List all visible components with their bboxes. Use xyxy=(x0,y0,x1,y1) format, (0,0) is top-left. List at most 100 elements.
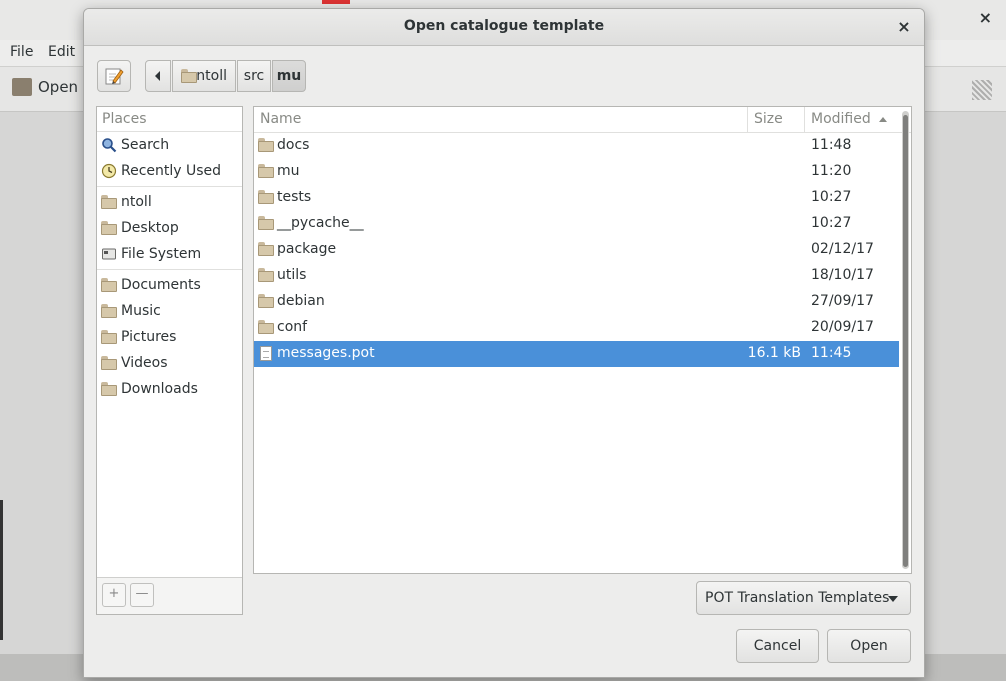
background-close-icon[interactable]: × xyxy=(979,8,992,27)
file-name: utils xyxy=(277,267,307,283)
edit-pencil-icon xyxy=(105,68,124,85)
place-music[interactable]: Music xyxy=(97,298,242,324)
menu-edit[interactable]: Edit xyxy=(48,44,75,60)
places-separator xyxy=(97,269,242,270)
background-accent xyxy=(322,0,350,4)
place-videos[interactable]: Videos xyxy=(97,350,242,376)
dialog-titlebar: Open catalogue template × xyxy=(84,9,924,46)
breadcrumb-src[interactable]: src xyxy=(237,60,271,92)
place-label: Pictures xyxy=(121,329,177,345)
file-name: package xyxy=(277,241,337,257)
place-home[interactable]: ntoll xyxy=(97,189,242,215)
open-file-dialog: Open catalogue template × ntoll src mu P… xyxy=(83,8,925,678)
places-separator xyxy=(97,186,242,187)
scrollbar-thumb[interactable] xyxy=(903,115,908,567)
folder-icon xyxy=(258,268,274,282)
location-edit-button[interactable] xyxy=(97,60,131,92)
file-row[interactable]: mu 11:20 xyxy=(254,159,899,185)
home-folder-icon xyxy=(181,69,198,83)
file-row-selected[interactable]: messages.pot 16.1 kB 11:45 xyxy=(254,341,899,367)
column-name[interactable]: Name xyxy=(254,107,748,132)
column-modified-label: Modified xyxy=(811,111,871,127)
file-row[interactable]: package 02/12/17 xyxy=(254,237,899,263)
file-name: conf xyxy=(277,319,308,335)
file-modified: 10:27 xyxy=(811,215,852,231)
dialog-title: Open catalogue template xyxy=(403,18,605,34)
file-modified: 11:48 xyxy=(811,137,852,153)
search-icon xyxy=(102,138,117,153)
place-documents[interactable]: Documents xyxy=(97,272,242,298)
path-back-button[interactable] xyxy=(145,60,171,92)
column-size[interactable]: Size xyxy=(748,107,805,132)
breadcrumb-home[interactable]: ntoll xyxy=(172,60,236,92)
folder-icon xyxy=(258,294,274,308)
places-sidebar: Places Search Recently Used ntoll Deskto… xyxy=(96,106,243,615)
breadcrumb-mu[interactable]: mu xyxy=(272,60,306,92)
open-folder-icon xyxy=(12,78,32,96)
toolbar-open-button[interactable]: Open xyxy=(12,78,78,96)
file-row[interactable]: __pycache__ 10:27 xyxy=(254,211,899,237)
cancel-button[interactable]: Cancel xyxy=(736,629,819,663)
background-grip-icon xyxy=(972,80,992,100)
file-name: debian xyxy=(277,293,325,309)
file-name: tests xyxy=(277,189,312,205)
place-label: ntoll xyxy=(121,194,152,210)
column-modified[interactable]: Modified xyxy=(805,107,899,132)
file-type-filter-dropdown[interactable]: POT Translation Templates xyxy=(696,581,911,615)
file-row[interactable]: utils 18/10/17 xyxy=(254,263,899,289)
place-recently-used[interactable]: Recently Used xyxy=(97,158,242,184)
file-modified: 11:20 xyxy=(811,163,852,179)
downloads-folder-icon xyxy=(101,382,117,396)
file-name: __pycache__ xyxy=(277,215,364,231)
recent-icon xyxy=(101,163,117,179)
file-list-header: Name Size Modified xyxy=(254,107,911,133)
file-modified: 10:27 xyxy=(811,189,852,205)
place-pictures[interactable]: Pictures xyxy=(97,324,242,350)
file-modified: 11:45 xyxy=(811,345,852,361)
dropdown-arrow-icon xyxy=(888,596,898,602)
folder-icon xyxy=(258,190,274,204)
file-list: Name Size Modified docs 11:48 mu 11:20 t… xyxy=(253,106,912,574)
folder-icon xyxy=(258,320,274,334)
home-folder-icon xyxy=(101,195,117,209)
drive-icon xyxy=(102,248,116,260)
pictures-folder-icon xyxy=(101,330,117,344)
place-label: Recently Used xyxy=(121,163,222,179)
place-label: Downloads xyxy=(121,381,198,397)
add-bookmark-button[interactable]: + xyxy=(102,583,126,607)
file-row[interactable]: debian 27/09/17 xyxy=(254,289,899,315)
filter-selected-label: POT Translation Templates xyxy=(705,590,890,606)
file-modified: 02/12/17 xyxy=(811,241,874,257)
place-label: Desktop xyxy=(121,220,179,236)
file-row[interactable]: tests 10:27 xyxy=(254,185,899,211)
place-search[interactable]: Search xyxy=(97,132,242,158)
file-row[interactable]: conf 20/09/17 xyxy=(254,315,899,341)
places-footer: + — xyxy=(97,577,242,614)
desktop-folder-icon xyxy=(101,221,117,235)
place-label: Videos xyxy=(121,355,168,371)
close-button[interactable]: × xyxy=(894,17,914,37)
file-modified: 20/09/17 xyxy=(811,319,874,335)
breadcrumb-home-label: ntoll xyxy=(196,68,227,84)
menu-file[interactable]: File xyxy=(10,44,33,60)
chevron-left-icon xyxy=(155,71,160,81)
remove-bookmark-button[interactable]: — xyxy=(130,583,154,607)
place-label: File System xyxy=(121,246,202,262)
place-label: Music xyxy=(121,303,161,319)
place-label: Documents xyxy=(121,277,201,293)
sort-ascending-icon xyxy=(879,117,888,122)
place-downloads[interactable]: Downloads xyxy=(97,376,242,402)
place-desktop[interactable]: Desktop xyxy=(97,215,242,241)
file-row[interactable]: docs 11:48 xyxy=(254,133,899,159)
file-name: messages.pot xyxy=(277,345,375,361)
file-size: 16.1 kB xyxy=(747,345,801,361)
place-file-system[interactable]: File System xyxy=(97,241,242,267)
folder-icon xyxy=(258,138,274,152)
text-file-icon xyxy=(260,346,272,361)
file-modified: 18/10/17 xyxy=(811,267,874,283)
open-button[interactable]: Open xyxy=(827,629,911,663)
place-label: Search xyxy=(121,137,170,153)
file-name: docs xyxy=(277,137,310,153)
file-modified: 27/09/17 xyxy=(811,293,874,309)
folder-icon xyxy=(258,216,274,230)
